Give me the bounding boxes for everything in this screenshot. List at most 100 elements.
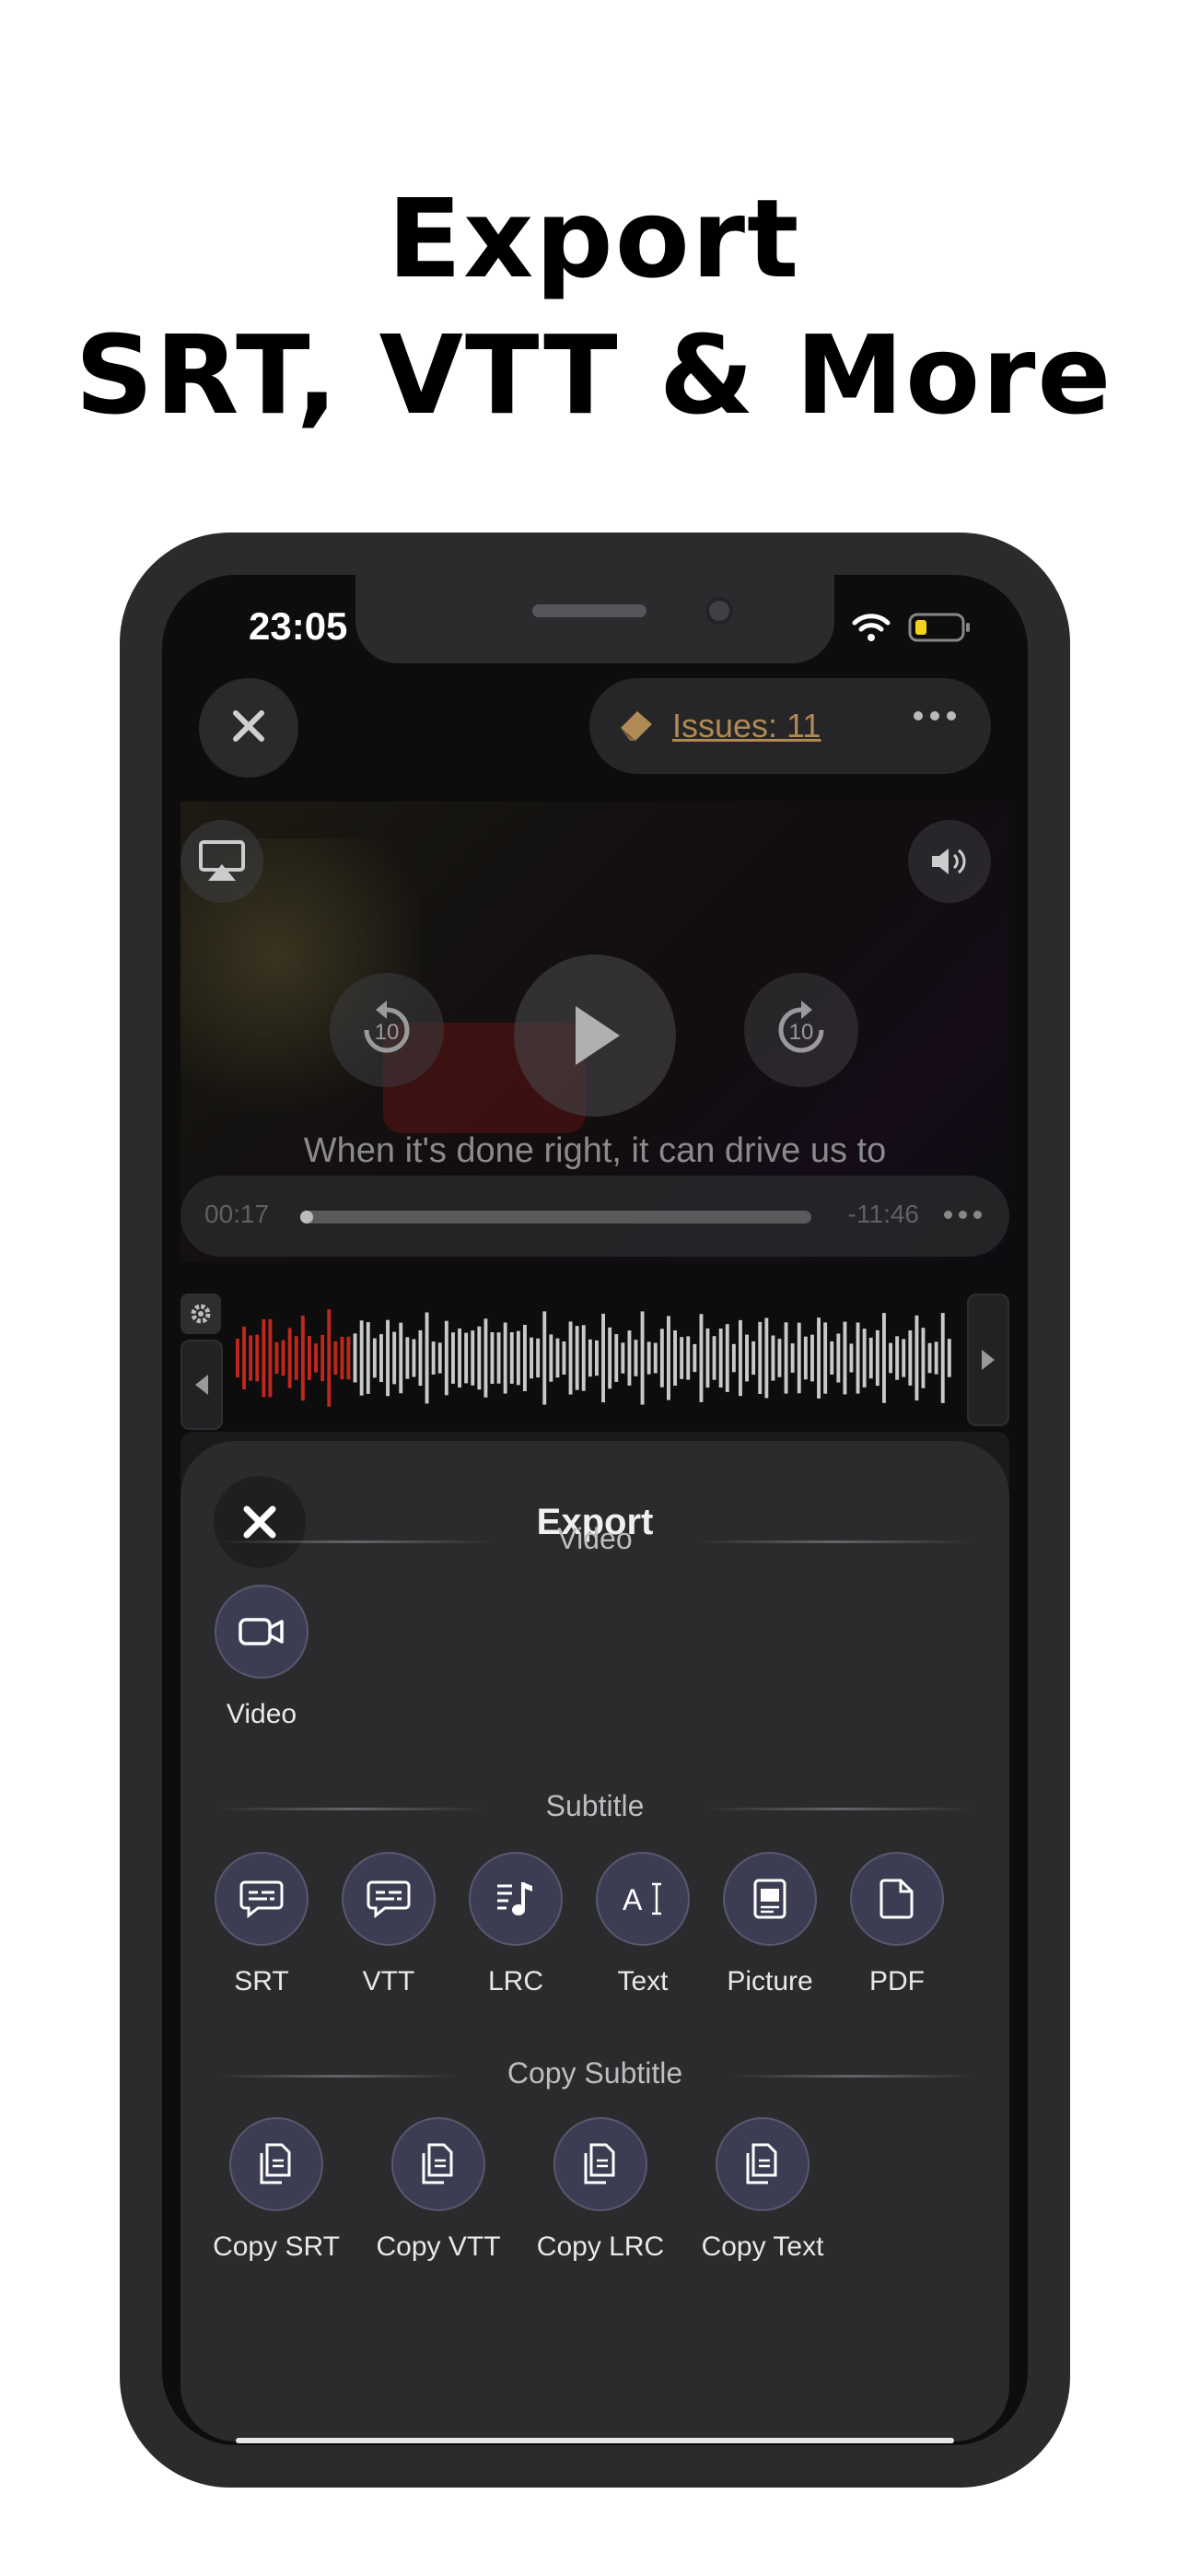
skip-back-10-icon: 10 xyxy=(364,1001,410,1053)
export-picture-button[interactable]: Picture xyxy=(705,1852,834,1997)
waveform-bar xyxy=(739,1319,742,1397)
close-button[interactable] xyxy=(199,678,298,778)
waveform-bar xyxy=(902,1339,906,1377)
play-button[interactable] xyxy=(514,954,676,1117)
export-label: Video xyxy=(226,1699,297,1729)
waveform-bar xyxy=(627,1330,632,1386)
export-label: Picture xyxy=(727,1966,813,1996)
waveform-bar xyxy=(882,1313,886,1403)
copy-srt-button[interactable]: Copy SRT xyxy=(212,2117,341,2263)
waveform-bar xyxy=(634,1340,638,1376)
waveform-bar xyxy=(588,1339,592,1377)
waveform-bar xyxy=(458,1328,461,1388)
waveform-bar xyxy=(862,1329,867,1388)
waveform-bar xyxy=(817,1317,821,1399)
volume-button[interactable] xyxy=(908,820,991,903)
waveform-bar xyxy=(412,1339,416,1377)
waveform-bar xyxy=(575,1326,579,1390)
waveform-bar xyxy=(686,1336,691,1380)
waveform-bar xyxy=(562,1341,566,1375)
export-vtt-button[interactable]: VTT xyxy=(324,1852,453,1997)
waveform-bar xyxy=(437,1342,442,1374)
waveform-bar xyxy=(483,1318,488,1398)
waveform-bar xyxy=(693,1343,697,1373)
more-dots-icon[interactable] xyxy=(914,711,956,720)
export-text-button[interactable]: A Text xyxy=(578,1852,707,1997)
waveform-bar xyxy=(908,1330,913,1386)
waveform-bar xyxy=(431,1341,436,1375)
waveform-bar xyxy=(777,1339,782,1377)
waveform-bar xyxy=(464,1332,469,1384)
export-video-button[interactable]: Video xyxy=(197,1585,326,1730)
battery-low-icon xyxy=(908,612,973,648)
gear-icon xyxy=(191,1304,211,1324)
copy-document-icon xyxy=(229,2117,323,2211)
waveform-bar xyxy=(712,1336,716,1380)
copy-text-button[interactable]: Copy Text xyxy=(698,2117,827,2263)
waveform-bar xyxy=(451,1332,455,1384)
waveform-bar xyxy=(236,1339,239,1377)
waveform-bar xyxy=(875,1329,879,1387)
issues-link[interactable]: Issues: 11 xyxy=(672,707,821,745)
waveform-bar xyxy=(333,1341,338,1376)
phone-frame: 23:05 Issues: 11 10 10 When it's done ri… xyxy=(120,533,1070,2488)
waveform-bar xyxy=(856,1322,860,1394)
waveform-bar xyxy=(823,1322,828,1394)
progress-track[interactable] xyxy=(300,1211,811,1224)
copy-vtt-button[interactable]: Copy VTT xyxy=(374,2117,503,2263)
waveform-bar xyxy=(386,1319,390,1397)
export-lrc-button[interactable]: LRC xyxy=(451,1852,580,1997)
phone-notch xyxy=(355,575,834,663)
waveform-bar xyxy=(595,1340,599,1376)
video-player[interactable]: 10 10 When it's done right, it can drive… xyxy=(181,802,1009,1262)
waveform-bar xyxy=(300,1315,305,1401)
export-label: LRC xyxy=(487,1966,543,1996)
waveform-bar xyxy=(268,1318,273,1398)
waveform-bar xyxy=(673,1330,677,1386)
waveform-bar xyxy=(320,1334,325,1382)
waveform-bar xyxy=(601,1313,605,1403)
waveform-bar xyxy=(784,1322,788,1394)
copy-label: Copy LRC xyxy=(536,2231,665,2262)
waveform-bar xyxy=(868,1337,873,1379)
waveform-next-button[interactable] xyxy=(967,1294,1009,1426)
eraser-icon xyxy=(617,706,659,747)
export-srt-button[interactable]: SRT xyxy=(197,1852,326,1997)
waveform-bar xyxy=(399,1322,403,1394)
waveform-bar xyxy=(346,1336,351,1380)
copy-lrc-button[interactable]: Copy LRC xyxy=(536,2117,665,2263)
waveform-bar xyxy=(255,1334,260,1382)
audio-waveform[interactable] xyxy=(236,1294,954,1423)
waveform-bar xyxy=(379,1334,383,1382)
waveform-bar xyxy=(680,1337,684,1379)
waveform-bar xyxy=(621,1342,625,1374)
progress-fill xyxy=(300,1211,313,1224)
waveform-bar xyxy=(751,1341,756,1376)
waveform-bar xyxy=(889,1342,892,1374)
waveform-editor xyxy=(162,1275,1028,1430)
playback-scrubber[interactable]: 00:17 -11:46 xyxy=(181,1176,1009,1257)
waveform-bar xyxy=(477,1326,482,1390)
skip-back-button[interactable]: 10 xyxy=(330,973,444,1087)
waveform-previous-button[interactable] xyxy=(181,1340,223,1430)
airplay-button[interactable] xyxy=(181,820,263,903)
svg-text:A: A xyxy=(623,1883,643,1916)
lyrics-icon xyxy=(469,1852,563,1946)
chevron-right-icon xyxy=(982,1350,995,1370)
waveform-bar xyxy=(895,1336,900,1380)
subtitle-bubble-icon xyxy=(342,1852,436,1946)
waveform-bar xyxy=(797,1322,801,1394)
waveform-bar xyxy=(614,1334,619,1382)
more-options-icon[interactable] xyxy=(944,1211,982,1219)
waveform-bar xyxy=(581,1325,586,1391)
waveform-bar xyxy=(281,1340,285,1376)
waveform-settings-button[interactable] xyxy=(181,1294,221,1334)
waveform-bar xyxy=(340,1336,344,1380)
waveform-bar xyxy=(287,1328,292,1388)
export-pdf-button[interactable]: PDF xyxy=(833,1852,961,1997)
video-camera-icon xyxy=(215,1585,309,1679)
waveform-bar xyxy=(718,1329,723,1388)
skip-forward-button[interactable]: 10 xyxy=(744,973,858,1087)
waveform-bar xyxy=(555,1338,560,1378)
waveform-bar xyxy=(646,1341,651,1375)
